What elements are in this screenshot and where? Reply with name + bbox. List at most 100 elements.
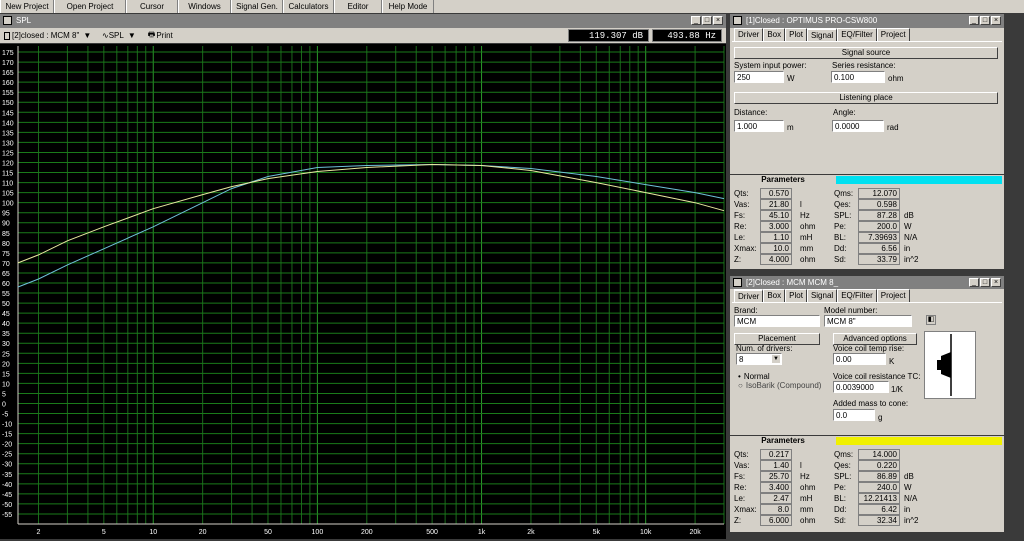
- param-value[interactable]: 0.570: [760, 188, 792, 199]
- param-value[interactable]: 6.56: [858, 243, 900, 254]
- tab-eq-filter[interactable]: EQ/Filter: [837, 28, 877, 41]
- param-value[interactable]: 32.34: [858, 515, 900, 526]
- tab-eq-filter[interactable]: EQ/Filter: [837, 289, 877, 302]
- close-button[interactable]: ×: [713, 16, 723, 25]
- y-tick-label: 80: [2, 241, 10, 248]
- param-value[interactable]: 1.40: [760, 460, 792, 471]
- param-label: Xmax:: [734, 505, 757, 514]
- param-label: Pe:: [834, 222, 847, 231]
- y-tick-label: 75: [2, 251, 10, 258]
- menu-cursor[interactable]: Cursor: [126, 0, 178, 13]
- brand-field[interactable]: MCM: [734, 315, 820, 327]
- menu-open-project[interactable]: Open Project: [54, 0, 126, 13]
- minimize-button[interactable]: _: [691, 16, 701, 25]
- menu-help-mode[interactable]: Help Mode: [382, 0, 434, 13]
- y-tick-label: 115: [2, 171, 13, 178]
- param-unit: mm: [800, 244, 814, 253]
- x-tick-label: 500: [426, 529, 438, 536]
- signal-source-button[interactable]: Signal source: [734, 47, 998, 59]
- y-tick-label: 45: [2, 311, 10, 318]
- tab-signal[interactable]: Signal: [806, 289, 838, 302]
- x-tick-label: 10: [149, 529, 157, 536]
- param-value[interactable]: 8.0: [760, 504, 792, 515]
- angle-label: Angle:: [833, 108, 856, 117]
- param-value[interactable]: 200.0: [858, 221, 900, 232]
- num-drivers-select[interactable]: 8 ▼: [736, 353, 782, 365]
- angle-field[interactable]: 0.0000: [832, 120, 884, 132]
- param-value[interactable]: 3.400: [760, 482, 792, 493]
- menu-new-project[interactable]: New Project: [0, 0, 54, 13]
- param-value[interactable]: 6.000: [760, 515, 792, 526]
- param-value[interactable]: 12.070: [858, 188, 900, 199]
- mcm-window-titlebar[interactable]: [2]Closed : MCM MCM 8_ _ □ ×: [730, 276, 1004, 289]
- tab-driver[interactable]: Driver: [734, 28, 764, 41]
- menu-calculators[interactable]: Calculators: [283, 0, 334, 13]
- view-select[interactable]: ∿ SPL ▼: [102, 31, 136, 40]
- tab-box[interactable]: Box: [763, 28, 786, 41]
- param-value[interactable]: 45.10: [760, 210, 792, 221]
- tab-project[interactable]: Project: [876, 28, 910, 41]
- param-value[interactable]: 6.42: [858, 504, 900, 515]
- close-button[interactable]: ×: [991, 16, 1001, 25]
- maximize-button[interactable]: □: [980, 16, 990, 25]
- spl-chart-area[interactable]: 175 170 165 160 155 150 145 140 135 130 125 120 115 1…: [0, 44, 726, 539]
- model-field[interactable]: MCM 8": [824, 315, 912, 327]
- param-value[interactable]: 7.39693: [858, 232, 900, 243]
- param-value[interactable]: 0.598: [858, 199, 900, 210]
- param-value[interactable]: 2.47: [760, 493, 792, 504]
- mass-field[interactable]: 0.0: [833, 409, 875, 421]
- param-value[interactable]: 21.80: [760, 199, 792, 210]
- param-value[interactable]: 12.21413: [858, 493, 900, 504]
- y-tick-label: 145: [2, 110, 14, 117]
- menu-signal-gen[interactable]: Signal Gen.: [231, 0, 283, 13]
- tab-project[interactable]: Project: [876, 289, 910, 302]
- tab-signal[interactable]: Signal: [806, 28, 838, 41]
- tab-plot[interactable]: Plot: [785, 289, 807, 302]
- menu-editor[interactable]: Editor: [334, 0, 382, 13]
- param-value[interactable]: 25.70: [760, 471, 792, 482]
- distance-label: Distance:: [734, 108, 768, 117]
- param-value[interactable]: 240.0: [858, 482, 900, 493]
- menu-windows[interactable]: Windows: [178, 0, 231, 13]
- sys-power-field[interactable]: 250: [734, 71, 784, 83]
- param-value[interactable]: 33.79: [858, 254, 900, 265]
- print-button[interactable]: 🖶 Print: [148, 29, 173, 43]
- param-value[interactable]: 4.000: [760, 254, 792, 265]
- y-tick-label: -45: [2, 492, 12, 499]
- spl-window-titlebar[interactable]: SPL _ □ ×: [0, 14, 726, 28]
- series-res-field[interactable]: 0.100: [831, 71, 885, 83]
- tab-plot[interactable]: Plot: [785, 28, 807, 41]
- optimus-tabs: Driver Box Plot Signal EQ/Filter Project: [730, 28, 1004, 41]
- tab-driver[interactable]: Driver: [734, 289, 764, 302]
- param-value[interactable]: 0.220: [858, 460, 900, 471]
- param-unit: dB: [904, 472, 914, 481]
- param-value[interactable]: 1.10: [760, 232, 792, 243]
- listening-place-button[interactable]: Listening place: [734, 92, 998, 104]
- param-label: Qes:: [834, 461, 851, 470]
- y-tick-label: 125: [2, 150, 14, 157]
- optimus-window-titlebar[interactable]: [1]Closed : OPTIMUS PRO-CSW800 _ □ ×: [730, 14, 1004, 28]
- vc-res-field[interactable]: 0.0039000: [833, 381, 889, 393]
- param-value[interactable]: 14.000: [858, 449, 900, 460]
- isobarik-radio[interactable]: ○ IsoBarik (Compound): [738, 381, 821, 391]
- vc-temp-field[interactable]: 0.00: [833, 353, 886, 365]
- param-value[interactable]: 87.28: [858, 210, 900, 221]
- driver-select[interactable]: [2]closed : MCM 8" ▼: [4, 31, 96, 40]
- minimize-button[interactable]: _: [969, 16, 979, 25]
- param-label: Dd:: [834, 505, 847, 514]
- param-value[interactable]: 10.0: [760, 243, 792, 254]
- sys-power-unit: W: [787, 74, 795, 83]
- y-tick-label: 105: [2, 191, 14, 198]
- distance-field[interactable]: 1.000: [734, 120, 784, 132]
- param-value[interactable]: 0.217: [760, 449, 792, 460]
- maximize-button[interactable]: □: [702, 16, 712, 25]
- param-value[interactable]: 3.000: [760, 221, 792, 232]
- maximize-button[interactable]: □: [980, 278, 990, 287]
- param-value[interactable]: 86.89: [858, 471, 900, 482]
- param-label: Fs:: [734, 211, 746, 220]
- param-label: Le:: [734, 233, 746, 242]
- tab-box[interactable]: Box: [763, 289, 786, 302]
- close-button[interactable]: ×: [991, 278, 1001, 287]
- speaker-db-icon[interactable]: ◧: [926, 315, 936, 325]
- minimize-button[interactable]: _: [969, 278, 979, 287]
